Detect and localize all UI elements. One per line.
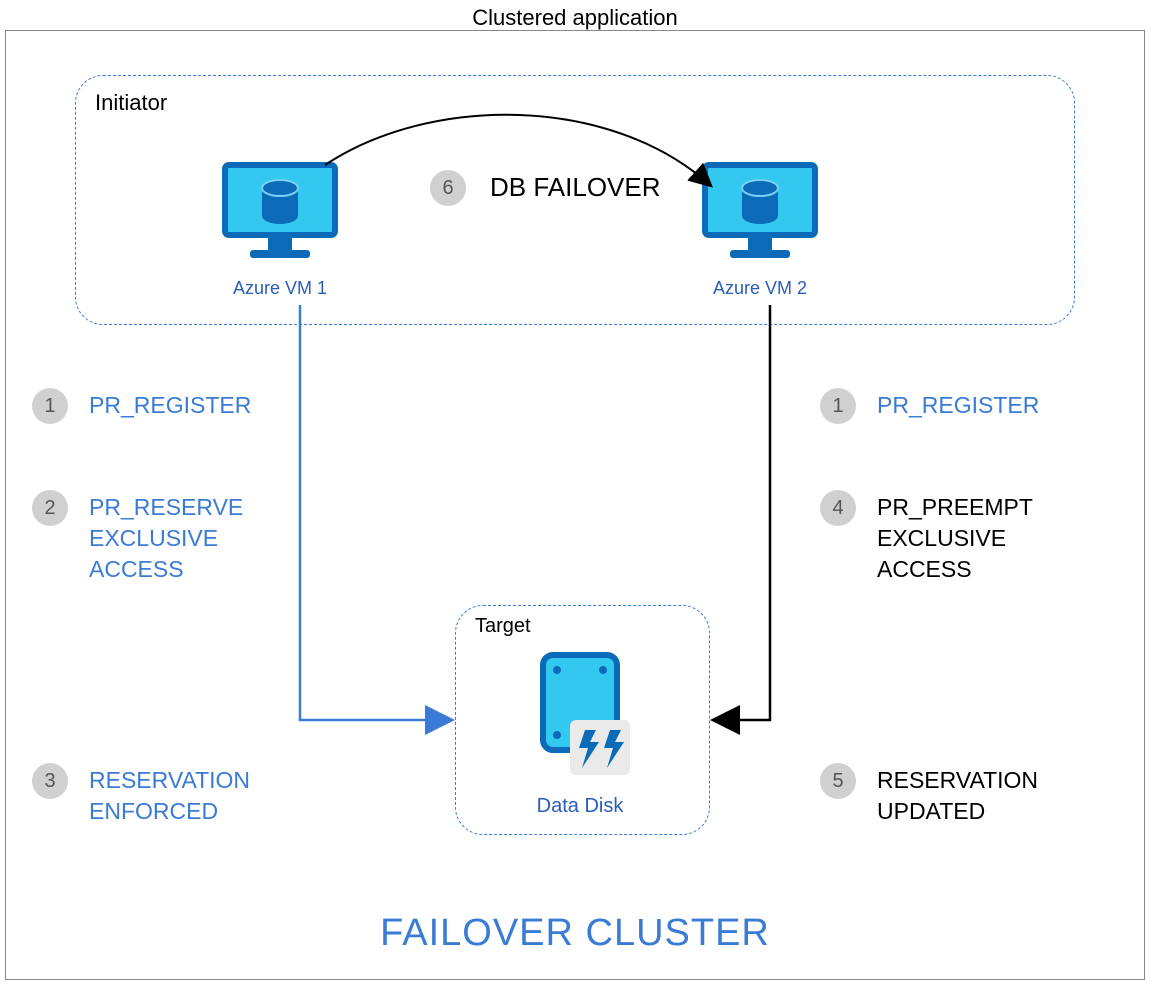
vm2-label: Azure VM 2 [690,278,830,299]
target-label: Target [475,615,531,638]
step-badge-1-left: 1 [32,388,68,424]
step-badge-5: 5 [820,763,856,799]
step-text-2: PR_RESERVE EXCLUSIVE ACCESS [89,492,243,585]
step-text-3: RESERVATION ENFORCED [89,765,250,827]
footer-title: FAILOVER CLUSTER [0,912,1150,955]
step-badge-2: 2 [32,490,68,526]
vm1-label: Azure VM 1 [210,278,350,299]
step-badge-1-right: 1 [820,388,856,424]
step-badge-4: 4 [820,490,856,526]
step-text-4: PR_PREEMPT EXCLUSIVE ACCESS [877,492,1033,585]
failover-label: DB FAILOVER [490,170,661,205]
data-disk-label: Data Disk [520,795,640,818]
step-text-1-right: PR_REGISTER [877,390,1039,421]
azure-vm-icon [700,160,820,260]
step-badge-6: 6 [430,170,466,206]
step-text-5: RESERVATION UPDATED [877,765,1038,827]
azure-vm-icon [220,160,340,260]
diagram-title: Clustered application [0,5,1150,31]
initiator-label: Initiator [95,90,167,116]
step-text-1-left: PR_REGISTER [89,390,251,421]
step-badge-3: 3 [32,763,68,799]
data-disk-icon [535,650,635,790]
